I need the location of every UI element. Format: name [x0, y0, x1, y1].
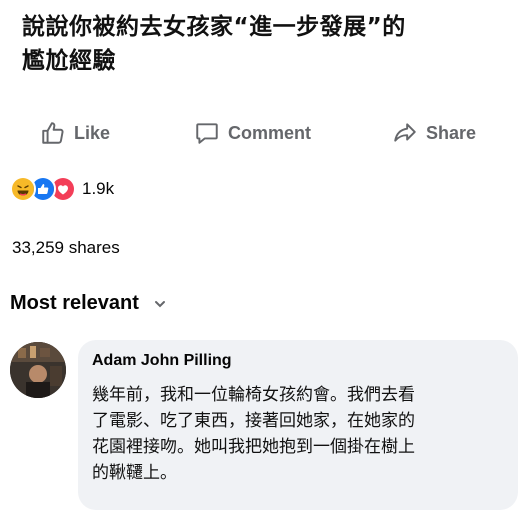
share-arrow-icon [394, 123, 416, 142]
haha-icon [10, 176, 36, 202]
like-button[interactable]: Like [40, 120, 110, 146]
share-label: Share [426, 122, 477, 143]
comment-author[interactable]: Adam John Pilling [92, 352, 232, 370]
comment-text: 幾年前，我和一位輪椅女孩約會。我們去看 了電影、吃了東西，接著回她家，在她家的 … [92, 385, 415, 483]
like-label: Like [74, 122, 111, 143]
comment-bubble-icon [196, 123, 218, 144]
sort-label: Most relevant [10, 292, 139, 314]
avatar[interactable] [10, 342, 66, 398]
post-title: 說說你被約去女孩家“進一步發展”的 尷尬經驗 [22, 14, 406, 74]
comment-label: Comment [228, 122, 312, 143]
reactions-summary[interactable]: 1.9k [10, 176, 114, 202]
thumbs-up-icon [42, 122, 64, 144]
chevron-down-icon [154, 300, 165, 307]
share-button[interactable]: Share [392, 120, 476, 146]
shares-count[interactable]: 33,259 shares [12, 238, 120, 258]
avatar-photo [10, 342, 66, 398]
comments-sort-dropdown[interactable]: Most relevant [10, 292, 167, 315]
comment-button[interactable]: Comment [194, 120, 311, 146]
post-action-bar: Like Comment Share [0, 110, 526, 156]
reaction-count: 1.9k [82, 179, 115, 198]
